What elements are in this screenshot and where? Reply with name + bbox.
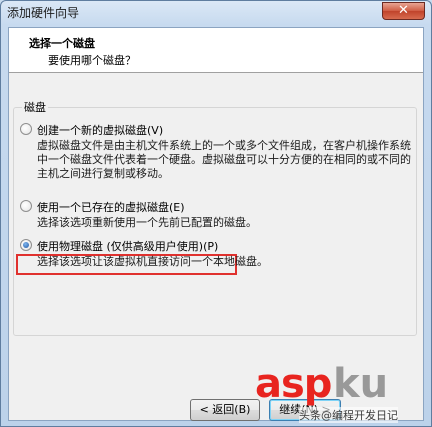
page-title: 选择一个磁盘 (29, 37, 95, 50)
option-desc-existing: 选择该选项重新使用一个先前已配置的磁盘。 (37, 216, 257, 229)
page-subtitle: 要使用哪个磁盘？ (48, 54, 136, 67)
close-icon: ✕ (398, 3, 409, 18)
option-label-new[interactable]: 创建一个新的虚拟磁盘(V) (37, 122, 163, 138)
radio-physical-disk[interactable] (20, 239, 32, 251)
back-button[interactable]: < 返回(B) (190, 399, 260, 421)
wizard-window: 添加硬件向导 ✕ 选择一个磁盘 要使用哪个磁盘？ 磁盘 创建一个新的虚拟磁盘(V… (0, 0, 432, 427)
close-button[interactable]: ✕ (382, 2, 425, 20)
groupbox-label: 磁盘 (22, 99, 48, 115)
option-desc-physical: 选择该选项让该虚拟机直接访问一个本地磁盘。 (37, 255, 268, 268)
option-desc-new: 虚拟磁盘文件是由主机文件系统上的一个或多个文件组成，在客户机操作系统中一个磁盘文… (37, 139, 411, 180)
window-title: 添加硬件向导 (7, 6, 80, 20)
next-button[interactable]: 继续(N) > (269, 399, 341, 421)
radio-new-virtual-disk[interactable] (20, 123, 32, 135)
disk-groupbox: 磁盘 创建一个新的虚拟磁盘(V) 虚拟磁盘文件是由主机文件系统上的一个或多个文件… (13, 99, 417, 336)
option-label-physical[interactable]: 使用物理磁盘 (仅供高级用户使用)(P) (37, 238, 218, 254)
option-label-existing[interactable]: 使用一个已存在的虚拟磁盘(E) (37, 199, 185, 215)
title-bar[interactable]: 添加硬件向导 ✕ (1, 1, 431, 25)
wizard-header: 选择一个磁盘 要使用哪个磁盘？ (9, 28, 423, 73)
wizard-client-area: 选择一个磁盘 要使用哪个磁盘？ 磁盘 创建一个新的虚拟磁盘(V) 虚拟磁盘文件是… (8, 27, 424, 421)
radio-existing-virtual-disk[interactable] (20, 200, 32, 212)
